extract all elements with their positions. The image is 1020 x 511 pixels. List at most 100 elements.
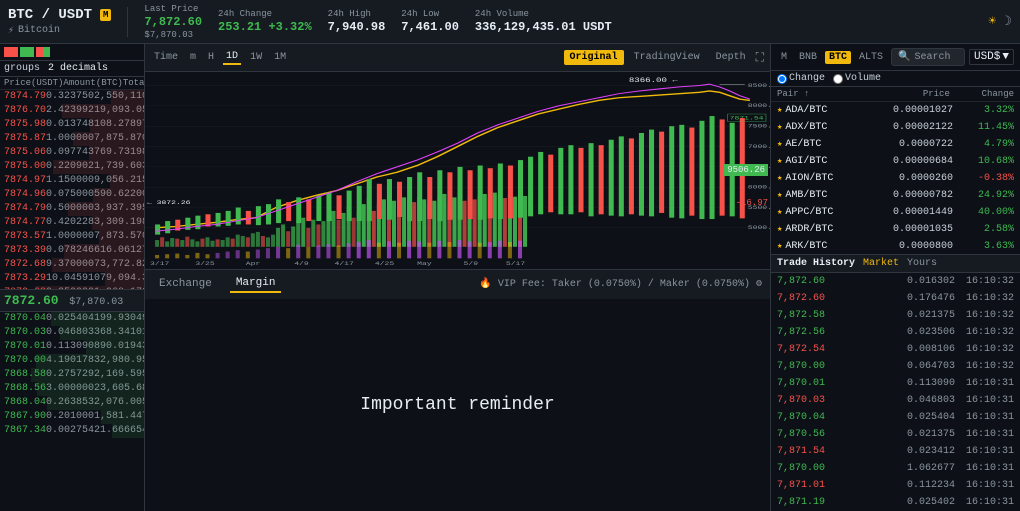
sell-order-row[interactable]: 7874.960.075000590.62200000 <box>0 188 144 202</box>
sell-order-row[interactable]: 7872.680.2500001,968.17000000 <box>0 286 144 289</box>
moon-icon[interactable]: ☽ <box>1004 14 1012 29</box>
sell-order-row[interactable]: 7876.702.42399219,093.05778640 <box>0 104 144 118</box>
ob-mid-price: 7872.60 $7,870.03 <box>0 289 144 312</box>
sell-order-row[interactable]: 7875.980.013748108.27897304 <box>0 118 144 132</box>
pair-list-item[interactable]: ★AMB/BTC0.0000078224.92% <box>771 187 1020 204</box>
pair-title: BTC / USDT M ⚡ Bitcoin <box>8 7 111 37</box>
sell-order-row[interactable]: 7873.2910.04591079,094.36274390 <box>0 272 144 286</box>
svg-text:7000.00: 7000.00 <box>748 144 770 150</box>
buy-order-row[interactable]: 7868.580.2757292,169.59569482 <box>0 368 144 382</box>
interval-m[interactable]: m <box>187 51 199 64</box>
indicator-label: -16.97 <box>736 197 768 209</box>
pair-list-item[interactable]: ★AE/BTC0.00007224.79% <box>771 136 1020 153</box>
col-price-header: Price(USDT) <box>4 78 63 88</box>
sun-icon[interactable]: ☀ <box>988 14 996 29</box>
buy-order-row[interactable]: 7868.040.2638532,076.00595812 <box>0 396 144 410</box>
groups-label: groups <box>4 63 40 74</box>
tab-exchange[interactable]: Exchange <box>153 276 218 292</box>
sell-order-row[interactable]: 7873.571.0000007,873.57000000 <box>0 230 144 244</box>
buy-order-row[interactable]: 7867.900.2010001,581.44790000 <box>0 410 144 424</box>
high-value: 7,940.98 <box>328 20 386 34</box>
chevron-down-icon: ▼ <box>1002 51 1009 63</box>
chart-bottom-tabs: Exchange Margin 🔥 VIP Fee: Taker (0.0750… <box>145 269 770 299</box>
sell-order-row[interactable]: 7874.790.5000003,937.39500000 <box>0 202 144 216</box>
chart-toolbar: Time m H 1D 1W 1M Original TradingView D… <box>145 44 770 72</box>
pair-list-item[interactable]: ★ARK/BTC0.00008003.63% <box>771 238 1020 254</box>
mode-m[interactable]: M <box>777 51 791 64</box>
radio-change[interactable]: Change <box>777 73 825 84</box>
sell-order-row[interactable]: 7874.770.4202283,309.19884756 <box>0 216 144 230</box>
volume-value: 336,129,435.01 USDT <box>475 20 612 34</box>
tab-tradingview[interactable]: TradingView <box>628 50 706 65</box>
trade-history-row: 7,871.540.02341216:10:31 <box>771 443 1020 460</box>
interval-1m[interactable]: 1M <box>271 51 289 64</box>
mode-alts[interactable]: ALTS <box>855 51 887 64</box>
svg-text:8500.00: 8500.00 <box>748 83 770 89</box>
mode-btc[interactable]: BTC <box>825 51 851 64</box>
trade-history-row: 7,870.001.06267716:10:31 <box>771 460 1020 477</box>
last-price-usd: $7,870.03 <box>144 30 202 40</box>
svg-text:7500.00: 7500.00 <box>748 124 770 130</box>
buy-order-row[interactable]: 7870.030.046803368.34101409 <box>0 326 144 340</box>
pair-list: ★ADA/BTC0.000010273.32%★ADX/BTC0.0000212… <box>771 102 1020 254</box>
interval-h[interactable]: H <box>205 51 217 64</box>
mode-bnb[interactable]: BNB <box>795 51 821 64</box>
pair-list-item[interactable]: ★AION/BTC0.0000260-0.38% <box>771 170 1020 187</box>
high-label: 24h High <box>328 9 386 19</box>
high-block: 24h High 7,940.98 <box>328 9 386 34</box>
important-reminder: Important reminder <box>145 299 770 511</box>
main-layout: groups 2 decimals Price(USDT) Amount(BTC… <box>0 44 1020 511</box>
interval-1w[interactable]: 1W <box>247 51 265 64</box>
tab-margin[interactable]: Margin <box>230 275 282 293</box>
sell-order-row[interactable]: 7873.390.078246616.06127394 <box>0 244 144 258</box>
buy-order-row[interactable]: 7868.563.00000023,605.68000000 <box>0 382 144 396</box>
buy-orders: 7870.040.025404199.930496167870.030.0468… <box>0 312 144 511</box>
tab-depth[interactable]: Depth <box>710 50 752 65</box>
tab-original[interactable]: Original <box>564 50 624 65</box>
radio-volume[interactable]: Volume <box>833 73 881 84</box>
sell-order-row[interactable]: 7872.689.37000073,772.82000000 <box>0 258 144 272</box>
th-tab-yours[interactable]: Yours <box>907 258 937 269</box>
currency-value: USD$ <box>974 51 1000 63</box>
buy-order-row[interactable]: 7867.340.00275421.66665436 <box>0 424 144 438</box>
buy-order-row[interactable]: 7870.004.19017832,980.95066000 <box>0 354 144 368</box>
svg-text:5000.00: 5000.00 <box>748 225 770 231</box>
interval-1d[interactable]: 1D <box>223 50 241 65</box>
volume-label: 24h Volume <box>475 9 612 19</box>
sell-order-row[interactable]: 7874.971.1500009,056.21550000 <box>0 174 144 188</box>
col-total-header: Total(USDT) <box>123 78 145 88</box>
pair-name: BTC / USDT <box>8 7 92 23</box>
trade-history-row: 7,872.600.01630216:10:32 <box>771 273 1020 290</box>
svg-text:5/17: 5/17 <box>506 261 525 267</box>
sell-order-row[interactable]: 7875.871.0000007,875.87000000 <box>0 132 144 146</box>
svg-text:4/17: 4/17 <box>335 261 354 267</box>
fee-info: 🔥 VIP Fee: Taker (0.0750%) / Maker (0.07… <box>479 278 762 290</box>
th-tab-market[interactable]: Market <box>863 258 899 269</box>
right-panel: M BNB BTC ALTS 🔍 Search USD$ ▼ Change Vo… <box>770 44 1020 511</box>
time-label: Time <box>151 51 181 64</box>
buy-order-row[interactable]: 7870.010.113090890.01943090 <box>0 340 144 354</box>
svg-text:Apr: Apr <box>246 261 261 267</box>
search-box[interactable]: 🔍 Search <box>891 48 965 66</box>
sell-order-row[interactable]: 7875.060.097743769.73198958 <box>0 146 144 160</box>
currency-selector[interactable]: USD$ ▼ <box>969 49 1014 65</box>
fullscreen-button[interactable]: ⛶ <box>756 50 764 65</box>
m-badge: M <box>100 9 111 21</box>
buy-order-row[interactable]: 7870.040.025404199.93049616 <box>0 312 144 326</box>
mid-price-value: 7872.60 <box>4 293 59 308</box>
pair-list-item[interactable]: ★ADA/BTC0.000010273.32% <box>771 102 1020 119</box>
svg-text:3/25: 3/25 <box>195 261 214 267</box>
trade-history-row: 7,870.040.02540416:10:31 <box>771 409 1020 426</box>
sell-order-row[interactable]: 7874.790.3237502,550,110.76250 <box>0 90 144 104</box>
pair-list-item[interactable]: ★APPC/BTC0.0000144940.00% <box>771 204 1020 221</box>
last-price-value: 7,872.60 <box>144 15 202 29</box>
sell-order-row[interactable]: 7875.000.2209021,739.60325000 <box>0 160 144 174</box>
pair-list-item[interactable]: ★ADX/BTC0.0000212211.45% <box>771 119 1020 136</box>
decimals-selector[interactable]: 2 decimals <box>48 63 108 74</box>
pair-list-item[interactable]: ★ARDR/BTC0.000010352.58% <box>771 221 1020 238</box>
volume-block: 24h Volume 336,129,435.01 USDT <box>475 9 612 34</box>
settings-icon[interactable]: ⚙ <box>756 279 762 290</box>
radio-filter: Change Volume <box>771 71 1020 87</box>
pair-list-item[interactable]: ★AGI/BTC0.0000068410.68% <box>771 153 1020 170</box>
fee-label: Fee: Taker (0.0750%) / Maker (0.0750%) <box>522 279 750 290</box>
